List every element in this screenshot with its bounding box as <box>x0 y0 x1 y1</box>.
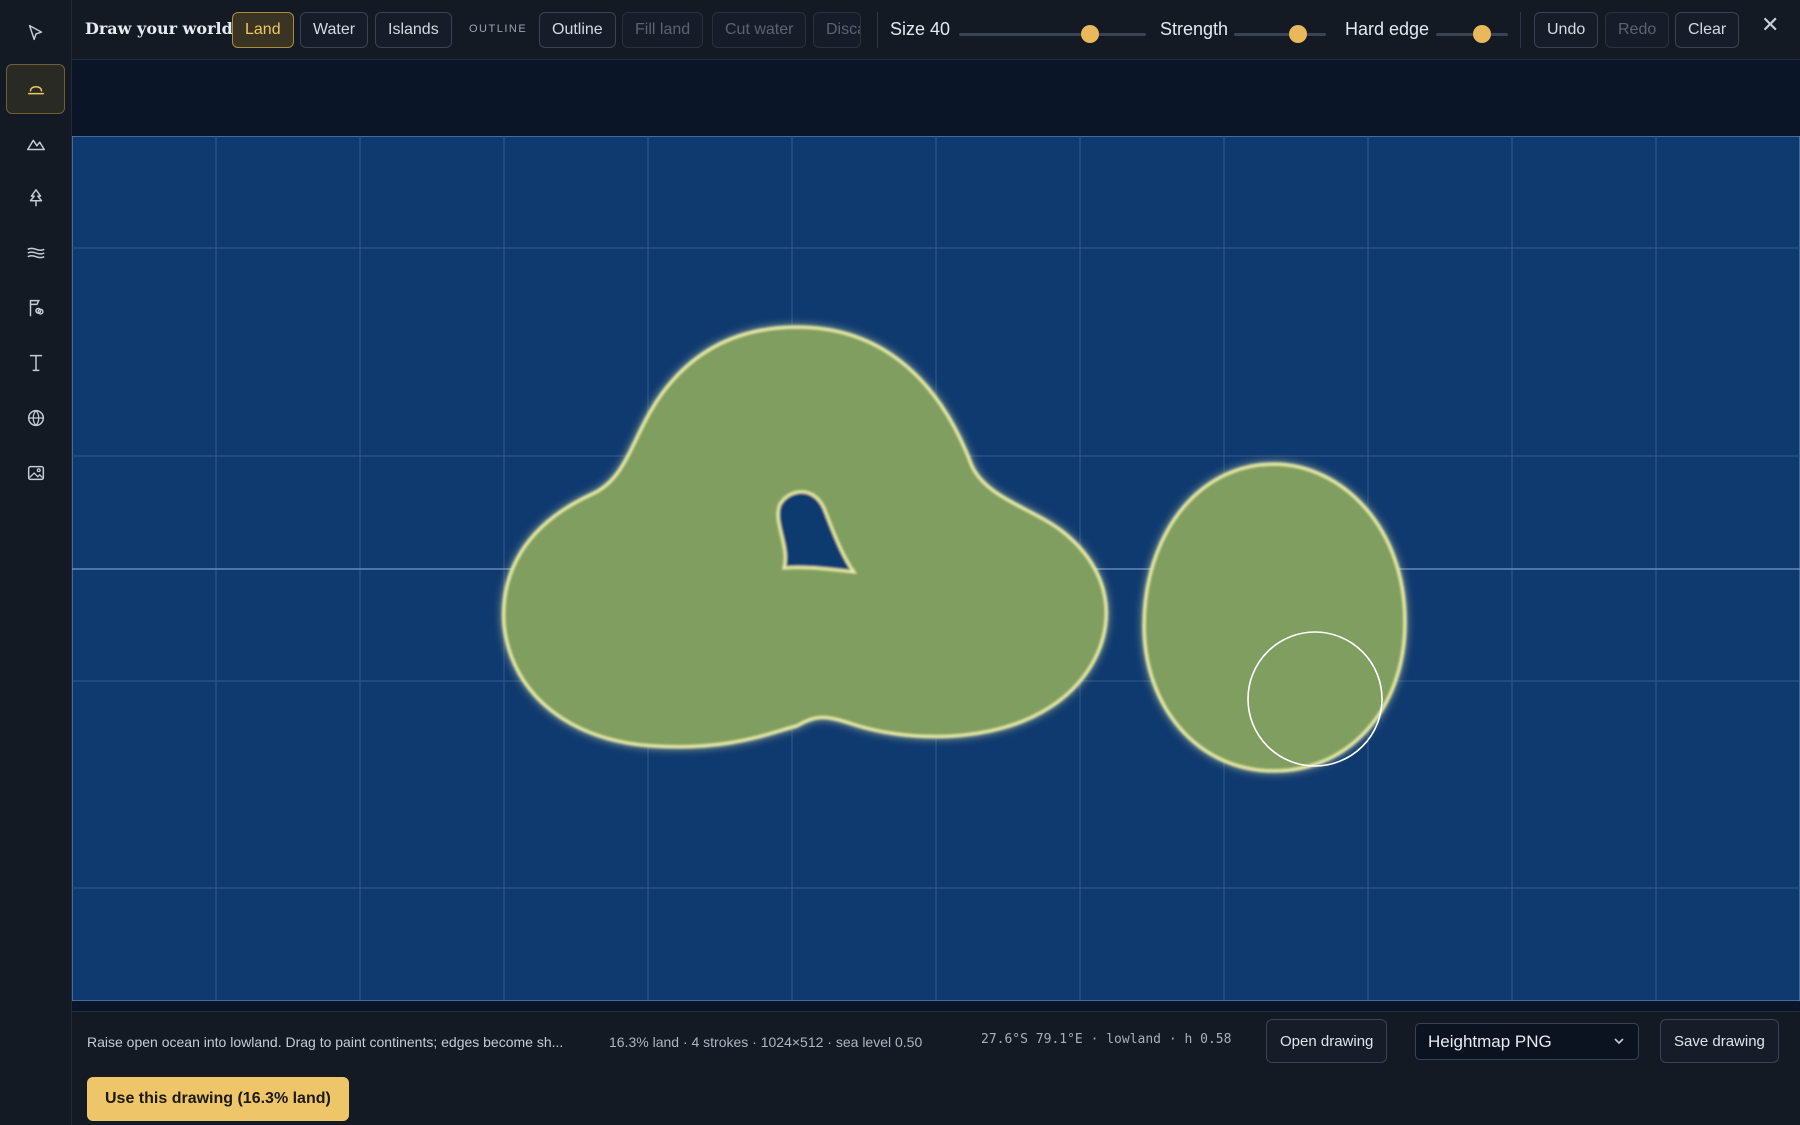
mountain-icon <box>26 139 45 151</box>
cursor-coordinates: 27.6°S 79.1°E · lowland · h 0.58 <box>981 1032 1232 1047</box>
water-waves-icon <box>26 247 45 259</box>
mountain-tool-button[interactable] <box>6 119 65 169</box>
top-toolbar: Draw your world Land Water Islands OUTLI… <box>72 0 1800 60</box>
tree-icon <box>29 189 42 207</box>
export-format-select[interactable]: Heightmap PNG <box>1415 1023 1639 1060</box>
export-format-value: Heightmap PNG <box>1428 1031 1552 1051</box>
tree-tool-button[interactable] <box>6 173 65 223</box>
strength-slider[interactable] <box>1234 33 1326 36</box>
strength-label: Strength <box>1160 19 1229 39</box>
island-oval <box>1142 462 1407 773</box>
close-icon[interactable]: ✕ <box>1761 12 1779 38</box>
mode-land-button[interactable]: Land <box>232 12 294 48</box>
hard-edge-slider[interactable] <box>1436 33 1508 36</box>
land-brush-icon <box>27 85 44 95</box>
toolbar-divider <box>877 12 878 48</box>
size-label: Size 40 <box>890 19 951 39</box>
redo-button[interactable]: Redo <box>1605 12 1670 48</box>
use-drawing-button[interactable]: Use this drawing (16.3% land) <box>87 1077 349 1121</box>
mode-islands-button[interactable]: Islands <box>375 12 452 48</box>
size-slider[interactable] <box>959 33 1146 36</box>
globe-tool-button[interactable] <box>6 393 65 443</box>
outline-section-label: OUTLINE <box>469 23 528 35</box>
status-bar: Raise open ocean into lowland. Drag to p… <box>72 1011 1800 1125</box>
image-icon <box>27 465 44 481</box>
flag-icon <box>29 299 44 317</box>
clear-button[interactable]: Clear <box>1675 12 1740 48</box>
drawing-stats: 16.3% land · 4 strokes · 1024×512 · sea … <box>609 1034 923 1050</box>
save-drawing-button[interactable]: Save drawing <box>1660 1019 1779 1063</box>
hard-edge-label: Hard edge <box>1345 19 1430 39</box>
drawing-canvas-area <box>72 61 1800 1011</box>
mode-water-button[interactable]: Water <box>300 12 369 48</box>
marker-tool-button[interactable] <box>6 283 65 333</box>
strength-slider-thumb[interactable] <box>1289 25 1308 43</box>
hard-edge-slider-thumb[interactable] <box>1473 25 1492 43</box>
globe-icon <box>27 409 44 427</box>
outline-button[interactable]: Outline <box>539 12 616 48</box>
page-title: Draw your world <box>85 19 233 38</box>
undo-button[interactable]: Undo <box>1534 12 1599 48</box>
map-canvas[interactable] <box>72 136 1800 1001</box>
tool-hint: Raise open ocean into lowland. Drag to p… <box>87 1034 564 1050</box>
fill-land-button[interactable]: Fill land <box>622 12 704 48</box>
size-slider-thumb[interactable] <box>1080 25 1099 43</box>
text-tool-button[interactable] <box>6 338 65 388</box>
land-brush-tool-button[interactable] <box>6 64 65 114</box>
toolbar-divider <box>1520 12 1521 48</box>
open-drawing-button[interactable]: Open drawing <box>1266 1019 1388 1063</box>
cut-water-button[interactable]: Cut water <box>712 12 807 48</box>
image-tool-button[interactable] <box>6 448 65 498</box>
pointer-icon <box>28 24 42 41</box>
water-tool-button[interactable] <box>6 228 65 278</box>
discard-button[interactable]: Disca <box>813 12 861 48</box>
select-tool-button[interactable] <box>6 8 65 58</box>
chevron-down-icon <box>1614 1038 1624 1045</box>
tool-rail <box>0 0 72 1125</box>
text-icon <box>29 354 42 372</box>
